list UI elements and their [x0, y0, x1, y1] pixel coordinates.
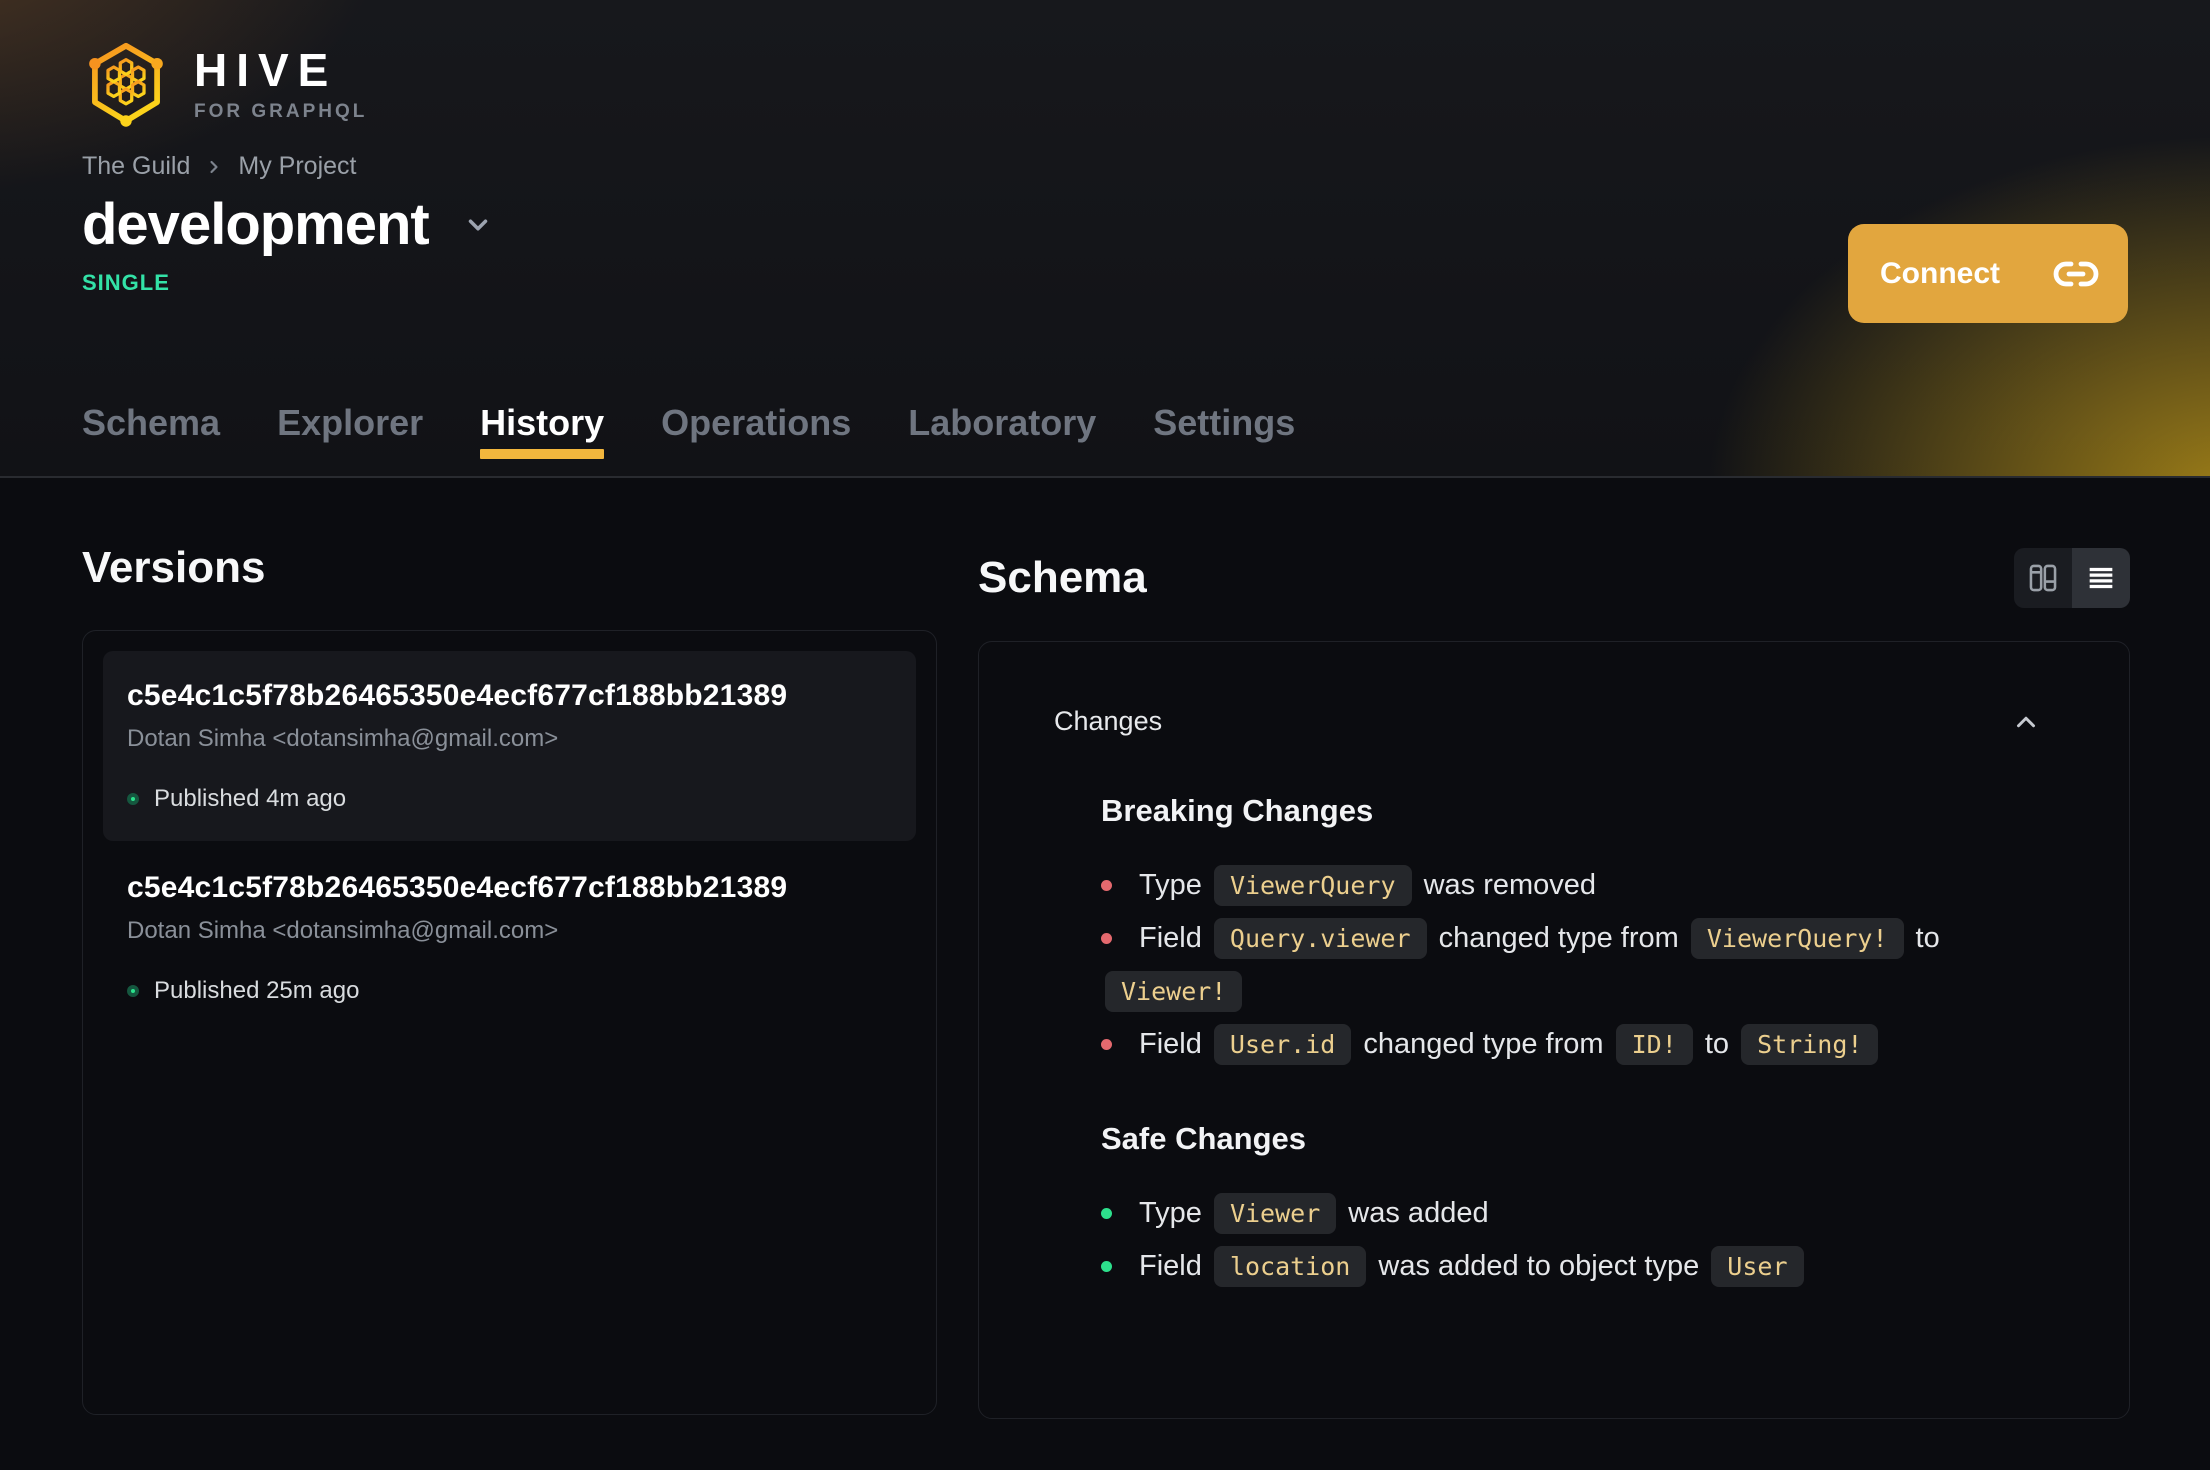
change-item: Type Viewer was added — [1101, 1187, 2021, 1240]
code-chip: ViewerQuery! — [1690, 918, 1904, 959]
brand-tagline: FOR GRAPHQL — [194, 101, 368, 122]
version-status: Published 25m ago — [127, 977, 892, 1005]
breadcrumb-org[interactable]: The Guild — [82, 152, 190, 181]
connect-button[interactable]: Connect — [1848, 224, 2128, 323]
tab-operations[interactable]: Operations — [661, 402, 851, 476]
published-dot-icon — [127, 985, 139, 997]
hive-logo-icon — [89, 42, 163, 127]
change-item: Field location was added to object type … — [1101, 1240, 2021, 1293]
page-title: development — [82, 192, 430, 257]
change-list: Type Viewer was added Field location was … — [1101, 1187, 2021, 1293]
columns-view-icon — [2029, 564, 2057, 592]
code-chip: Viewer! — [1105, 971, 1243, 1012]
version-status-text: Published 4m ago — [154, 785, 347, 812]
list-view-button[interactable] — [2072, 548, 2130, 608]
schema-column: Schema Changes Breaking Changes Type Vie… — [978, 544, 2130, 1419]
schema-panel: Changes Breaking Changes Type ViewerQuery… — [978, 641, 2130, 1419]
version-card[interactable]: c5e4c1c5f78b26465350e4ecf677cf188bb21389… — [103, 843, 916, 1033]
change-section-title: Breaking Changes — [1101, 793, 1374, 828]
version-card[interactable]: c5e4c1c5f78b26465350e4ecf677cf188bb21389… — [103, 651, 916, 841]
changes-collapse-header[interactable]: Changes — [979, 642, 2129, 737]
breadcrumb: The Guild My Project — [82, 152, 2210, 181]
main-content: Versions c5e4c1c5f78b26465350e4ecf677cf1… — [0, 478, 2210, 1419]
code-chip: location — [1213, 1246, 1367, 1287]
change-item: Type ViewerQuery was removed — [1101, 859, 2021, 912]
header: HIVE FOR GRAPHQL The Guild My Project de… — [0, 0, 2210, 478]
change-list: Type ViewerQuery was removed Field Query.… — [1101, 859, 2021, 1071]
version-author: Dotan Simha <dotansimha@gmail.com> — [127, 917, 559, 944]
list-view-icon — [2089, 567, 2113, 589]
versions-column: Versions c5e4c1c5f78b26465350e4ecf677cf1… — [82, 544, 937, 1419]
brand: HIVE FOR GRAPHQL — [82, 0, 2210, 130]
changes-body: Breaking Changes Type ViewerQuery was rem… — [979, 793, 2129, 1293]
code-chip: String! — [1741, 1024, 1879, 1065]
chevron-up-icon — [2017, 716, 2035, 727]
code-chip: ID! — [1615, 1024, 1693, 1065]
tab-bar: Schema Explorer History Operations Laborator… — [82, 402, 1295, 476]
connect-label: Connect — [1880, 256, 2000, 290]
version-hash: c5e4c1c5f78b26465350e4ecf677cf188bb21389 — [127, 679, 788, 712]
link-icon — [2053, 261, 2099, 286]
schema-header-row: Schema — [978, 548, 2130, 608]
change-section-safe: Safe Changes Type Viewer was added Field l… — [1101, 1121, 2044, 1293]
version-status-text: Published 25m ago — [154, 977, 360, 1004]
chevron-down-icon — [468, 219, 487, 230]
tab-schema[interactable]: Schema — [82, 402, 220, 476]
tab-history[interactable]: History — [480, 402, 605, 476]
version-author: Dotan Simha <dotansimha@gmail.com> — [127, 725, 559, 752]
code-chip: User.id — [1213, 1024, 1352, 1065]
versions-title: Versions — [82, 543, 266, 592]
brand-text: HIVE FOR GRAPHQL — [194, 47, 367, 123]
schema-title: Schema — [978, 553, 1147, 602]
breadcrumb-project[interactable]: My Project — [238, 152, 356, 181]
change-section-title: Safe Changes — [1101, 1121, 1307, 1156]
change-item: Field User.id changed type from ID! to S… — [1101, 1018, 2021, 1071]
code-chip: Query.viewer — [1213, 918, 1427, 959]
version-status: Published 4m ago — [127, 785, 892, 813]
view-toggle — [2014, 548, 2130, 608]
code-chip: Viewer — [1213, 1193, 1337, 1234]
tab-explorer[interactable]: Explorer — [277, 402, 423, 476]
brand-name: HIVE — [194, 44, 338, 96]
tab-laboratory[interactable]: Laboratory — [908, 402, 1096, 476]
code-chip: ViewerQuery — [1213, 865, 1412, 906]
tab-settings[interactable]: Settings — [1153, 402, 1295, 476]
columns-view-button[interactable] — [2014, 548, 2072, 608]
version-list: c5e4c1c5f78b26465350e4ecf677cf188bb21389… — [82, 630, 937, 1415]
published-dot-icon — [127, 793, 139, 805]
chevron-right-icon — [210, 160, 218, 173]
change-item: Field Query.viewer changed type from Vie… — [1101, 912, 2021, 1018]
code-chip: User — [1711, 1246, 1804, 1287]
change-section-breaking: Breaking Changes Type ViewerQuery was rem… — [1101, 793, 2044, 1071]
changes-title: Changes — [1054, 706, 1163, 736]
version-hash: c5e4c1c5f78b26465350e4ecf677cf188bb21389 — [127, 871, 788, 904]
